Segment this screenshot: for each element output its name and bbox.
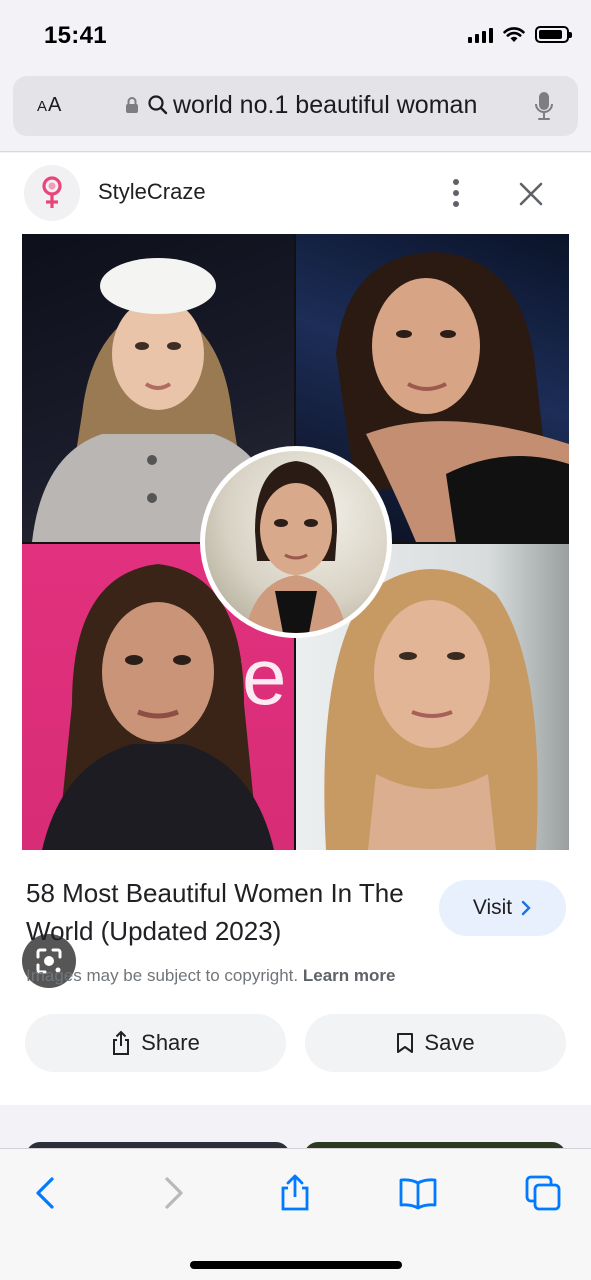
close-icon[interactable] <box>517 180 545 208</box>
safari-toolbar <box>0 1148 591 1280</box>
source-name[interactable]: StyleCraze <box>98 179 206 205</box>
image-result-card: StyleCraze ve <box>0 153 591 1105</box>
battery-icon <box>535 26 572 43</box>
bookmarks-icon[interactable] <box>398 1173 438 1213</box>
share-icon[interactable] <box>275 1173 315 1213</box>
home-indicator <box>190 1261 402 1269</box>
address-bar[interactable]: AA world no.1 beautiful woman <box>13 76 578 136</box>
visit-button[interactable]: Visit <box>439 880 566 936</box>
wifi-icon <box>503 27 525 42</box>
more-options-icon[interactable] <box>448 177 464 209</box>
microphone-icon[interactable] <box>534 90 554 122</box>
result-image[interactable]: ve <box>22 234 569 850</box>
visit-label: Visit <box>472 896 513 919</box>
safari-address-area: AA world no.1 beautiful woman <box>0 70 591 152</box>
back-icon[interactable] <box>26 1173 66 1213</box>
save-button[interactable]: Save <box>305 1014 566 1072</box>
status-icons <box>468 26 572 43</box>
status-time: 15:41 <box>44 22 107 49</box>
lock-icon <box>126 97 138 113</box>
copyright-notice: Images may be subject to copyright. Lear… <box>26 966 396 985</box>
status-bar: 15:41 <box>0 0 591 70</box>
save-label: Save <box>424 1030 475 1055</box>
learn-more-link[interactable]: Learn more <box>303 966 396 985</box>
address-text[interactable]: world no.1 beautiful woman <box>173 91 477 120</box>
share-label: Share <box>141 1030 200 1055</box>
source-row: StyleCraze <box>0 153 591 233</box>
stylecraze-logo-icon[interactable] <box>24 165 80 221</box>
share-icon <box>113 1030 130 1055</box>
result-title[interactable]: 58 Most Beautiful Women In The World (Up… <box>26 874 426 950</box>
next-results-peek <box>0 1120 591 1162</box>
tabs-icon[interactable] <box>523 1173 563 1213</box>
chevron-right-icon <box>521 900 531 916</box>
forward-icon[interactable] <box>153 1173 193 1213</box>
collage-photo-center <box>200 446 392 638</box>
search-icon <box>148 95 168 115</box>
cellular-signal-icon <box>468 27 493 43</box>
text-size-button[interactable]: AA <box>37 94 62 117</box>
share-button[interactable]: Share <box>25 1014 286 1072</box>
female-symbol-icon <box>42 176 62 208</box>
bookmark-icon <box>397 1033 414 1053</box>
